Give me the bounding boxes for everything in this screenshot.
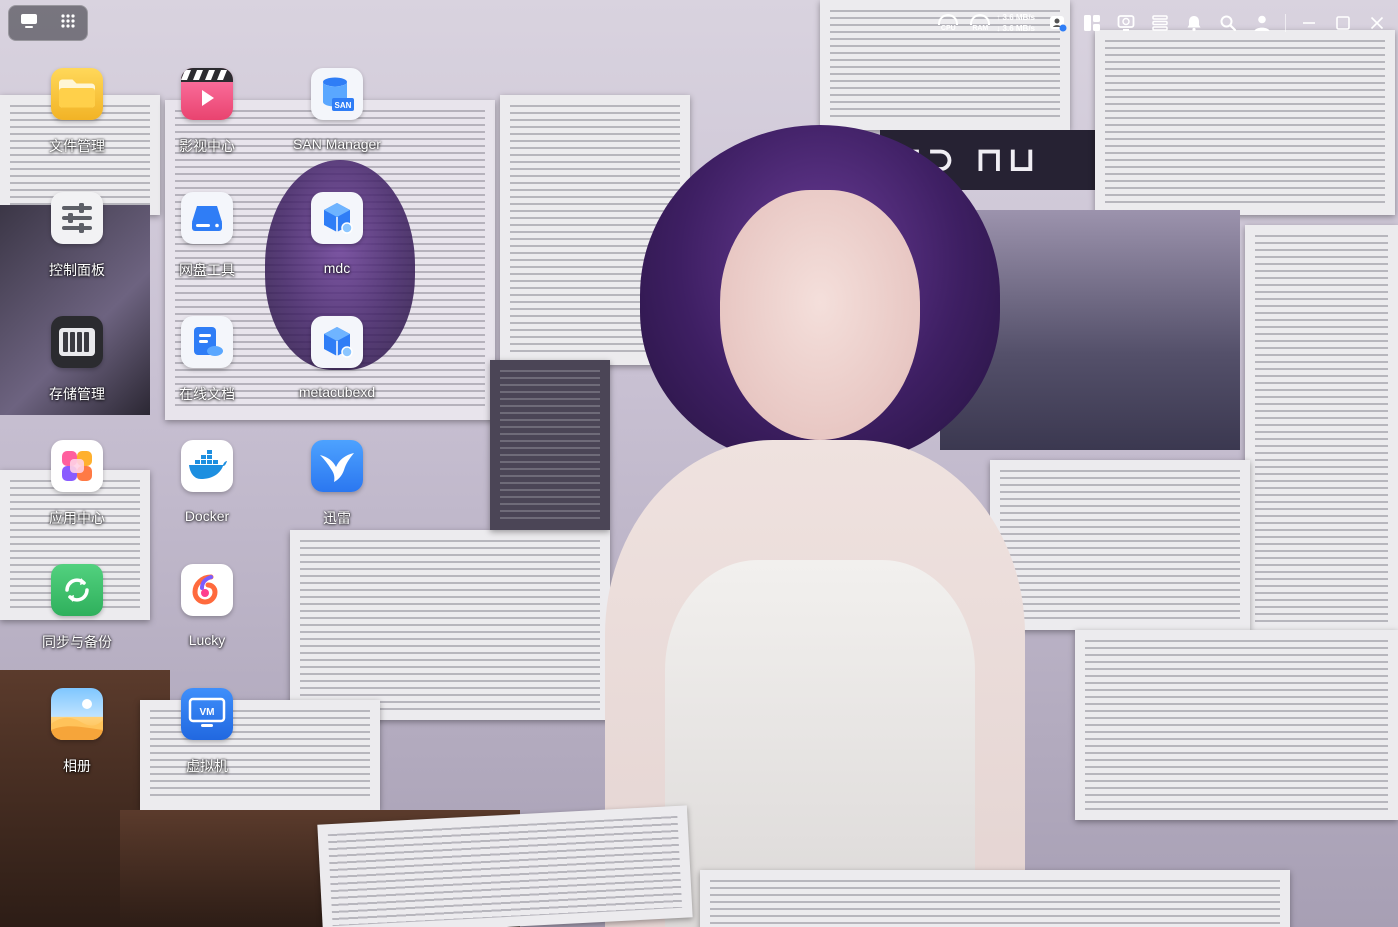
cpu-gauge-arc: [938, 13, 959, 25]
storage-icon: [51, 316, 103, 368]
ram-gauge-arc: [970, 13, 991, 25]
document-icon: [181, 316, 233, 368]
newspaper: [317, 805, 693, 927]
san-badge-text: SAN: [335, 101, 352, 110]
app-label: 网盘工具: [179, 262, 235, 278]
arrow-down-icon: ↓: [996, 24, 1001, 33]
app-san-manager[interactable]: SAN SAN Manager: [277, 68, 397, 152]
app-xunlei[interactable]: 迅雷: [277, 440, 397, 528]
figure-face: [720, 190, 920, 440]
download-speed: ↓ 3.6 MB/s: [996, 23, 1035, 34]
thunder-bird-icon: [311, 440, 363, 492]
cloud-drive-icon: [181, 192, 233, 244]
newspaper: [290, 530, 610, 720]
app-label: 虚拟机: [186, 758, 228, 774]
control-panel-icon: [51, 192, 103, 244]
app-video-center[interactable]: 影视中心: [147, 68, 267, 156]
layout-icon[interactable]: [1081, 12, 1103, 34]
app-file-manager[interactable]: 文件管理: [17, 68, 137, 156]
cpu-gauge[interactable]: CPU: [938, 13, 959, 33]
app-label: Lucky: [188, 632, 226, 648]
app-label: 迅雷: [323, 510, 351, 526]
vm-badge-text: VM: [200, 707, 215, 718]
app-label: 影视中心: [179, 138, 235, 154]
search-icon[interactable]: [1217, 12, 1239, 34]
app-label: mdc: [323, 260, 351, 276]
maximize-icon[interactable]: [1332, 12, 1354, 34]
video-icon: [181, 68, 233, 120]
folder-icon: [51, 68, 103, 120]
bell-icon[interactable]: [1183, 12, 1205, 34]
grid-dots-icon[interactable]: [60, 13, 76, 34]
user-badge-icon[interactable]: [1047, 12, 1069, 34]
photos-icon: [51, 688, 103, 740]
close-icon[interactable]: [1366, 12, 1388, 34]
cube-icon: [311, 316, 363, 368]
docker-whale-icon: [181, 440, 233, 492]
app-label: Docker: [184, 508, 230, 524]
newspaper: [1095, 30, 1395, 215]
app-label: 存储管理: [49, 386, 105, 402]
app-docker[interactable]: Docker: [147, 440, 267, 524]
download-value: 3.6 MB/s: [1002, 24, 1035, 33]
cube-icon: [311, 192, 363, 244]
app-label: 文件管理: [49, 138, 105, 154]
newspaper: [990, 460, 1250, 630]
app-app-center[interactable]: 应用中心: [17, 440, 137, 528]
display-icon[interactable]: [1115, 12, 1137, 34]
newspaper: [1075, 630, 1398, 820]
sync-icon: [51, 564, 103, 616]
app-label: 相册: [63, 758, 91, 774]
launcher-group: [8, 5, 88, 41]
app-center-icon: [51, 440, 103, 492]
upload-speed: ↑ 3.6 MB/s: [996, 12, 1035, 23]
ram-gauge[interactable]: RAM: [970, 13, 991, 33]
app-sync-backup[interactable]: 同步与备份: [17, 564, 137, 652]
newspaper: [700, 870, 1290, 927]
app-mdc[interactable]: mdc: [277, 192, 397, 276]
monitor-icon[interactable]: [20, 13, 38, 34]
minimize-icon[interactable]: [1298, 12, 1320, 34]
arrow-up-icon: ↑: [996, 13, 1001, 22]
list-icon[interactable]: [1149, 12, 1171, 34]
app-virtual-machine[interactable]: VM 虚拟机: [147, 688, 267, 776]
app-label: 应用中心: [49, 510, 105, 526]
lucky-icon: [181, 564, 233, 616]
cpu-label: CPU: [940, 24, 956, 32]
tray-separator: [1285, 14, 1286, 32]
san-database-icon: SAN: [311, 68, 363, 120]
system-tray: CPU RAM ↑ 3.6 MB/s ↓ 3.6 MB/s: [938, 8, 1388, 38]
newspaper: [1245, 225, 1398, 635]
app-photos[interactable]: 相册: [17, 688, 137, 776]
app-label: 控制面板: [49, 262, 105, 278]
app-label: 在线文档: [179, 386, 235, 402]
user-icon[interactable]: [1251, 12, 1273, 34]
vm-icon: VM: [181, 688, 233, 740]
app-storage-manager[interactable]: 存储管理: [17, 316, 137, 404]
ram-label: RAM: [972, 24, 989, 32]
upload-value: 3.6 MB/s: [1002, 13, 1035, 22]
app-label: SAN Manager: [293, 136, 381, 152]
network-speed[interactable]: ↑ 3.6 MB/s ↓ 3.6 MB/s: [996, 12, 1035, 34]
app-online-docs[interactable]: 在线文档: [147, 316, 267, 404]
app-metacubexd[interactable]: metacubexd: [277, 316, 397, 400]
app-label: metacubexd: [298, 384, 376, 400]
wall-photo: [490, 360, 610, 530]
app-control-panel[interactable]: 控制面板: [17, 192, 137, 280]
app-cloud-drive-tool[interactable]: 网盘工具: [147, 192, 267, 280]
app-label: 同步与备份: [42, 634, 112, 650]
app-lucky[interactable]: Lucky: [147, 564, 267, 648]
